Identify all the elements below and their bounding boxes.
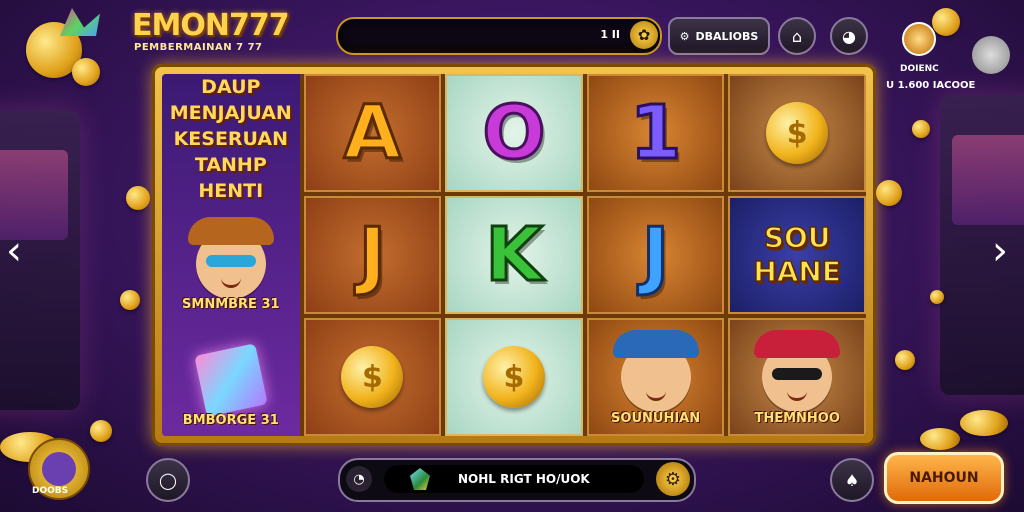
settings-gear-icon[interactable]: ⚙ [656, 462, 690, 496]
background-coin-stack [920, 428, 960, 450]
background-coin [90, 420, 112, 442]
promo-text: DAUP MENJAJUAN KESERUAN TANHP HENTI [169, 76, 292, 202]
character-2-cell: THEMNHOO [728, 318, 866, 436]
character-face-icon [187, 217, 274, 299]
symbol-j-blue: J [586, 196, 725, 314]
background-arcade-right [940, 95, 1024, 395]
background-coin [120, 290, 140, 310]
background-coin [895, 350, 915, 370]
silver-coin-icon [972, 36, 1010, 74]
balance-bar[interactable]: 1 II ✿ [336, 17, 662, 55]
reel-2: A J $ [303, 74, 442, 436]
symbol-1: 1 [586, 74, 725, 192]
logo-subtitle: PEMBERMAINAN 7 77 [134, 42, 263, 53]
symbol-k: K [445, 196, 583, 314]
nav-left-chevron-left-icon[interactable]: ‹ [6, 228, 22, 274]
background-coin [126, 186, 150, 210]
logo-badge [22, 8, 112, 90]
dollar-coin-icon: $ [341, 346, 404, 408]
symbol-j-blue-letter: J [640, 212, 670, 298]
character-1-cell: SOUNUHIAN [586, 318, 725, 436]
add-balance-gear-icon[interactable]: ✿ [630, 21, 658, 49]
nav-right-chevron-right-icon[interactable]: › [992, 228, 1008, 274]
symbol-a-letter: A [342, 90, 402, 176]
background-coin [876, 180, 902, 206]
symbol-coin-pile: $ [445, 318, 583, 436]
balance-value: 1 II [600, 28, 620, 41]
profile-icon [42, 452, 76, 486]
bell-icon: ♠ [844, 470, 860, 490]
promo-box-cell: BMBORGE 31 [162, 324, 300, 436]
promo-character-cell: SMNMBRE 31 [162, 208, 300, 320]
user-balance-value: U 1.600 IACOOE [886, 80, 976, 91]
symbol-k-letter: K [484, 212, 544, 298]
reel-5: $ SOU HANE THEMNHOO [728, 74, 866, 436]
user-label: DOIENC [900, 64, 939, 74]
reel-3: O K $ [445, 74, 583, 436]
dollar-coin-pile-icon: $ [482, 346, 545, 408]
spin-bar[interactable]: ◔ NOHL RIGT HO/UOK ⚙ [338, 458, 696, 502]
promo-character-label: SMNMBRE 31 [182, 297, 280, 312]
reel-4: 1 J SOUNUHIAN [586, 74, 725, 436]
chat-icon: ◕ [842, 26, 856, 46]
symbol-j: J [303, 196, 442, 314]
symbol-coin-stack: $ [728, 74, 866, 192]
symbol-a: A [303, 74, 442, 192]
symbol-coin: $ [303, 318, 442, 436]
user-avatar[interactable] [888, 8, 960, 58]
reel-1-promo: DAUP MENJAJUAN KESERUAN TANHP HENTI SMNM… [162, 74, 300, 436]
reels-area: DAUP MENJAJUAN KESERUAN TANHP HENTI SMNM… [162, 74, 866, 436]
bell-button[interactable]: ♠ [830, 458, 874, 502]
chat-bubble-icon[interactable]: ◔ [346, 466, 372, 492]
symbol-o: O [445, 74, 583, 192]
menu-button-label: DBALIOBS [695, 29, 759, 43]
character-1-label: SOUNUHIAN [611, 411, 701, 426]
character-2-label: THEMNHOO [754, 411, 840, 426]
main-action-label: NAHOUN [909, 470, 979, 486]
gift-box-icon [194, 343, 268, 417]
background-coin-stack [960, 410, 1008, 436]
chat-button[interactable]: ◕ [830, 17, 868, 55]
spin-text: NOHL RIGT HO/UOK [458, 472, 590, 486]
power-button[interactable]: ◯ [146, 458, 190, 502]
logo-title: EMON777 [132, 8, 290, 43]
power-icon: ◯ [159, 470, 177, 490]
gear-icon: ⚙ [679, 29, 690, 43]
slot-machine-frame: DAUP MENJAJUAN KESERUAN TANHP HENTI SMNM… [152, 64, 876, 446]
profile-badge-label: DOOBS [32, 486, 69, 496]
wild-symbol: SOU HANE [728, 196, 866, 314]
symbol-1-number: 1 [628, 90, 682, 176]
coin-stack-icon: $ [766, 102, 829, 164]
jester-hat-icon [60, 8, 100, 36]
character-2-face-icon [754, 330, 841, 412]
avatar-icon [902, 22, 936, 56]
home-button[interactable]: ⌂ [778, 17, 816, 55]
main-action-button[interactable]: NAHOUN [884, 452, 1004, 504]
home-icon: ⌂ [791, 26, 803, 46]
background-coin [930, 290, 944, 304]
promo-box-label: BMBORGE 31 [182, 413, 279, 428]
symbol-j-letter: J [357, 212, 387, 298]
symbol-o-letter: O [481, 90, 547, 176]
background-coin [912, 120, 930, 138]
character-1-face-icon [612, 330, 699, 412]
promo-banner: DAUP MENJAJUAN KESERUAN TANHP HENTI [162, 74, 300, 204]
wild-text: SOU HANE [753, 220, 842, 289]
menu-button[interactable]: ⚙ DBALIOBS [668, 17, 770, 55]
